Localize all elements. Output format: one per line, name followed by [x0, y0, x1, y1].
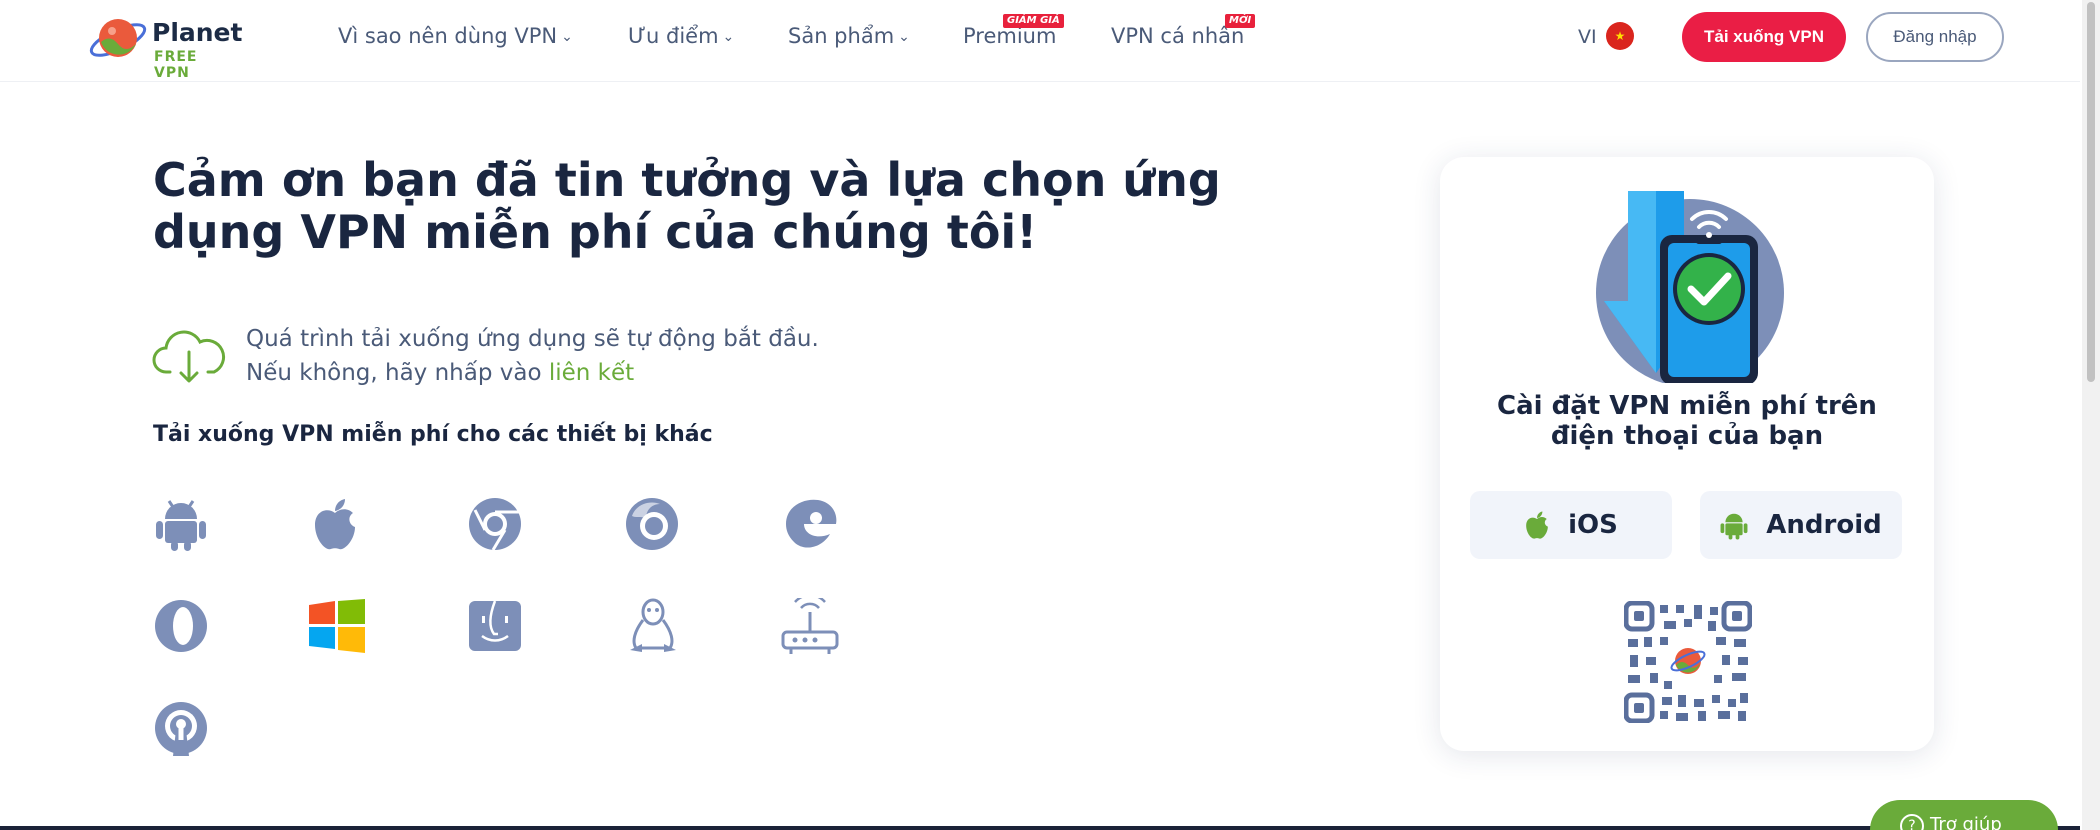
qr-code-icon — [1624, 601, 1752, 723]
linux-icon[interactable] — [623, 596, 683, 656]
nav-why-vpn[interactable]: Vì sao nên dùng VPN ⌄ — [338, 24, 573, 48]
manual-download-link[interactable]: liên kết — [549, 360, 634, 386]
windows-icon[interactable] — [307, 596, 367, 656]
notice-line-2: Nếu không, hãy nhấp vào liên kết — [246, 356, 819, 390]
scrollbar-thumb[interactable] — [2087, 2, 2095, 382]
phone-download-illustration — [1596, 191, 1784, 383]
nav-products-label: Sản phẩm — [788, 24, 895, 48]
chevron-down-icon: ⌄ — [722, 29, 735, 45]
mobile-install-card: Cài đặt VPN miễn phí trên điện thoại của… — [1440, 157, 1934, 751]
page-title: Cảm ơn bạn đã tin tưởng và lựa chọn ứng … — [153, 153, 1221, 259]
finder-icon[interactable] — [465, 596, 525, 656]
nav-personal-vpn[interactable]: VPN cá nhân — [1111, 24, 1244, 48]
logo-subtitle: FREE VPN — [154, 49, 198, 81]
card-title: Cài đặt VPN miễn phí trên điện thoại của… — [1440, 391, 1934, 451]
ios-download-button[interactable]: iOS — [1470, 491, 1672, 559]
planet-logo-icon — [89, 19, 147, 57]
nav-advantages[interactable]: Ưu điểm ⌄ — [628, 24, 734, 48]
edge-icon[interactable] — [781, 494, 841, 554]
android-download-button[interactable]: Android — [1700, 491, 1902, 559]
help-label: Trợ giúp — [1930, 814, 2002, 830]
chevron-down-icon: ⌄ — [561, 29, 573, 45]
apple-icon[interactable] — [305, 494, 365, 554]
vietnam-flag-icon[interactable]: ★ — [1606, 22, 1634, 50]
opera-icon[interactable] — [151, 596, 211, 656]
site-header: Planet FREE VPN Vì sao nên dùng VPN ⌄ Ưu … — [0, 0, 2080, 82]
card-title-line-1: Cài đặt VPN miễn phí trên — [1497, 391, 1877, 421]
cloud-download-icon — [152, 330, 226, 383]
login-button[interactable]: Đăng nhập — [1866, 12, 2004, 62]
nav-why-vpn-label: Vì sao nên dùng VPN — [338, 24, 558, 48]
nav-advantages-label: Ưu điểm — [628, 24, 719, 48]
notice-line-2-prefix: Nếu không, hãy nhấp vào — [246, 360, 549, 386]
android-icon — [1720, 513, 1748, 540]
router-icon[interactable] — [780, 596, 840, 656]
chrome-icon[interactable] — [465, 494, 525, 554]
help-button[interactable]: ? Trợ giúp — [1870, 800, 2058, 830]
sale-badge: GIẢM GIÁ — [1003, 14, 1064, 28]
download-vpn-button[interactable]: Tải xuống VPN — [1682, 12, 1846, 62]
notice-line-1: Quá trình tải xuống ứng dụng sẽ tự động … — [246, 326, 819, 352]
new-badge: MỚI — [1225, 14, 1256, 28]
android-icon[interactable] — [151, 494, 211, 554]
nav-personal-vpn-label: VPN cá nhân — [1111, 24, 1245, 48]
firefox-icon[interactable] — [622, 494, 682, 554]
footer-edge — [0, 826, 2080, 830]
language-selector[interactable]: VI — [1578, 26, 1597, 48]
openvpn-icon[interactable] — [151, 698, 211, 758]
chevron-down-icon: ⌄ — [898, 29, 910, 45]
nav-products[interactable]: Sản phẩm ⌄ — [788, 24, 910, 48]
android-label: Android — [1766, 510, 1882, 540]
logo-title: Planet — [152, 18, 243, 47]
download-notice: Quá trình tải xuống ứng dụng sẽ tự động … — [246, 322, 819, 390]
planet-vpn-logo[interactable]: Planet FREE VPN — [88, 14, 242, 81]
other-devices-heading: Tải xuống VPN miễn phí cho các thiết bị … — [153, 422, 713, 447]
ios-label: iOS — [1568, 510, 1618, 540]
page-scrollbar[interactable] — [2082, 0, 2100, 830]
card-title-line-2: điện thoại của bạn — [1550, 421, 1824, 451]
question-icon: ? — [1900, 814, 1924, 830]
apple-icon — [1526, 511, 1548, 539]
